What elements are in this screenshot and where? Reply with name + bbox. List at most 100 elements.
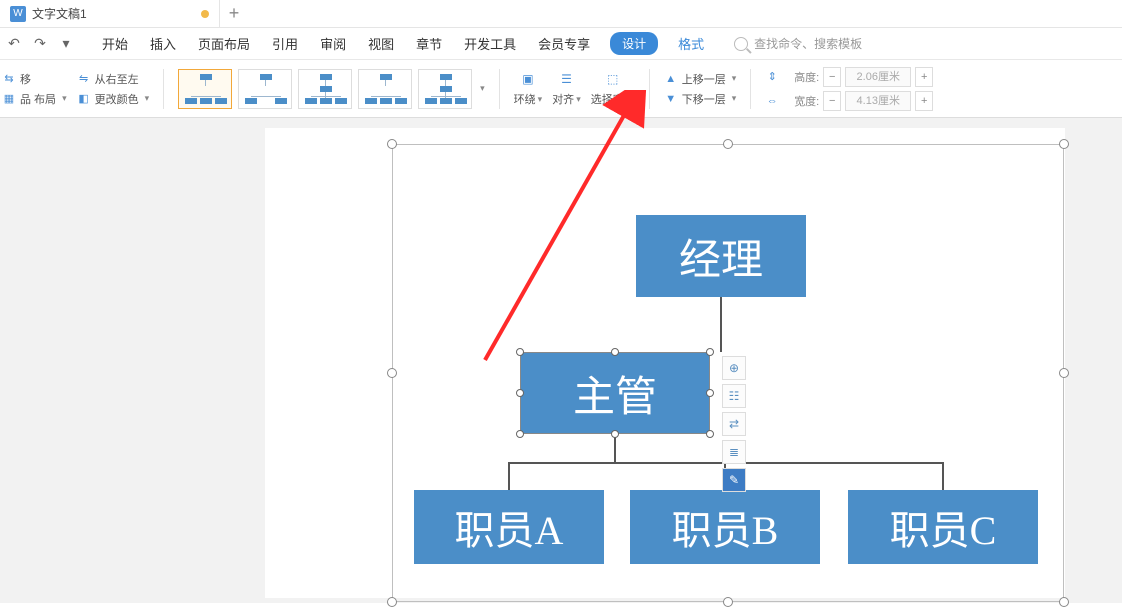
- resize-handle-n[interactable]: [723, 139, 733, 149]
- node-handle[interactable]: [706, 389, 714, 397]
- menu-chapter[interactable]: 章节: [414, 32, 444, 55]
- node-handle[interactable]: [516, 348, 524, 356]
- separator: [499, 69, 500, 109]
- menubar: ↶ ↷ ▾ 开始 插入 页面布局 引用 审阅 视图 章节 开发工具 会员专享 设…: [0, 28, 1122, 60]
- height-label: 高度:: [783, 69, 819, 85]
- redo-icon[interactable]: ↷: [32, 36, 48, 52]
- height-input[interactable]: 2.06厘米: [845, 67, 911, 87]
- separator: [649, 69, 650, 109]
- qat-dropdown-icon[interactable]: ▾: [58, 36, 74, 52]
- selection-pane-button[interactable]: ⬚ 选择窗格: [591, 70, 635, 107]
- tab-design[interactable]: 设计: [610, 32, 658, 55]
- layout-thumb-2[interactable]: [238, 69, 292, 109]
- bring-forward-icon: ▲: [664, 72, 678, 86]
- search-placeholder: 查找命令、搜索模板: [754, 35, 862, 52]
- org-connector: [614, 434, 616, 462]
- unsaved-indicator-icon: [201, 10, 209, 18]
- tab-format[interactable]: 格式: [676, 32, 706, 55]
- node-handle[interactable]: [706, 430, 714, 438]
- org-node-manager[interactable]: 经理: [636, 215, 806, 297]
- smartart-layout-gallery: ▾: [178, 69, 485, 109]
- org-connector: [720, 297, 722, 352]
- resize-handle-e[interactable]: [1059, 368, 1069, 378]
- ribbon-layout-button[interactable]: 品 布局: [20, 91, 56, 107]
- smartart-mini-toolbar: ⊕ ☷ ⇄ ≣ ✎: [722, 356, 746, 492]
- width-decrease-button[interactable]: −: [823, 91, 841, 111]
- resize-handle-nw[interactable]: [387, 139, 397, 149]
- org-node-employee-c[interactable]: 职员C: [848, 490, 1038, 564]
- add-shape-icon[interactable]: ⊕: [722, 356, 746, 380]
- node-handle[interactable]: [516, 389, 524, 397]
- wrap-icon: ▣: [517, 70, 539, 88]
- org-node-employee-b[interactable]: 职员B: [630, 490, 820, 564]
- edit-icon[interactable]: ✎: [722, 468, 746, 492]
- move-icon: ⇆: [2, 72, 16, 86]
- ribbon-group-left2: ⇋从右至左 ◧更改颜色▾: [77, 71, 150, 107]
- promote-demote-icon[interactable]: ⇄: [722, 412, 746, 436]
- node-handle[interactable]: [611, 430, 619, 438]
- org-connector: [942, 462, 944, 490]
- org-node-supervisor[interactable]: 主管: [520, 352, 710, 434]
- resize-handle-ne[interactable]: [1059, 139, 1069, 149]
- ribbon-arrange-group: ▲上移一层▾ ▼下移一层▾: [664, 71, 737, 107]
- undo-icon[interactable]: ↶: [6, 36, 22, 52]
- wrap-button[interactable]: ▣ 环绕▾: [514, 70, 543, 107]
- ribbon-rtl-button[interactable]: 从右至左: [95, 71, 139, 87]
- ribbon-group-left1: ⇆移 ▦品 布局▾: [2, 71, 67, 107]
- width-icon: ⇔: [765, 94, 779, 108]
- node-handle[interactable]: [516, 430, 524, 438]
- menu-member[interactable]: 会员专享: [536, 32, 592, 55]
- quick-access-toolbar: ↶ ↷ ▾: [6, 36, 74, 52]
- size-group: ⇕ 高度: − 2.06厘米 + ⇔ 宽度: − 4.13厘米 +: [765, 67, 933, 111]
- width-input[interactable]: 4.13厘米: [845, 91, 911, 111]
- resize-handle-sw[interactable]: [387, 597, 397, 607]
- align-icon: ☰: [555, 70, 577, 88]
- layout-gallery-more-icon[interactable]: ▾: [480, 83, 485, 94]
- document-tab[interactable]: W 文字文稿1: [0, 0, 220, 27]
- layout-thumb-4[interactable]: [358, 69, 412, 109]
- org-node-employee-a[interactable]: 职员A: [414, 490, 604, 564]
- recolor-icon: ◧: [77, 92, 91, 106]
- resize-handle-w[interactable]: [387, 368, 397, 378]
- menu-page-layout[interactable]: 页面布局: [196, 32, 252, 55]
- ribbon-design: ⇆移 ▦品 布局▾ ⇋从右至左 ◧更改颜色▾ ▾ ▣ 环绕: [0, 60, 1122, 118]
- menu-dev-tools[interactable]: 开发工具: [462, 32, 518, 55]
- separator: [163, 69, 164, 109]
- node-handle[interactable]: [706, 348, 714, 356]
- wps-word-icon: W: [10, 6, 26, 22]
- layout-thumb-1[interactable]: [178, 69, 232, 109]
- rtl-icon: ⇋: [77, 72, 91, 86]
- menu-review[interactable]: 审阅: [318, 32, 348, 55]
- separator: [750, 69, 751, 109]
- menu-insert[interactable]: 插入: [148, 32, 178, 55]
- resize-handle-se[interactable]: [1059, 597, 1069, 607]
- height-decrease-button[interactable]: −: [823, 67, 841, 87]
- height-increase-button[interactable]: +: [915, 67, 933, 87]
- menu-view[interactable]: 视图: [366, 32, 396, 55]
- org-connector: [508, 462, 510, 490]
- align-button[interactable]: ☰ 对齐▾: [552, 70, 581, 107]
- titlebar: W 文字文稿1 +: [0, 0, 1122, 28]
- command-search[interactable]: 查找命令、搜索模板: [734, 35, 862, 52]
- new-tab-button[interactable]: +: [220, 3, 248, 24]
- height-icon: ⇕: [765, 70, 779, 84]
- send-backward-icon: ▼: [664, 92, 678, 106]
- layout-thumb-5[interactable]: [418, 69, 472, 109]
- selection-pane-icon: ⬚: [602, 70, 624, 88]
- menu-start[interactable]: 开始: [100, 32, 130, 55]
- bring-forward-button[interactable]: 上移一层: [682, 71, 726, 87]
- send-backward-button[interactable]: 下移一层: [682, 91, 726, 107]
- width-increase-button[interactable]: +: [915, 91, 933, 111]
- width-label: 宽度:: [783, 93, 819, 109]
- resize-handle-s[interactable]: [723, 597, 733, 607]
- document-title: 文字文稿1: [32, 5, 87, 22]
- search-icon: [734, 37, 748, 51]
- layout-quick-icon[interactable]: ☷: [722, 384, 746, 408]
- layout-icon: ▦: [2, 92, 16, 106]
- node-handle[interactable]: [611, 348, 619, 356]
- text-pane-icon[interactable]: ≣: [722, 440, 746, 464]
- ribbon-move-button[interactable]: 移: [20, 71, 31, 87]
- layout-thumb-3[interactable]: [298, 69, 352, 109]
- ribbon-recolor-button[interactable]: 更改颜色: [95, 91, 139, 107]
- menu-references[interactable]: 引用: [270, 32, 300, 55]
